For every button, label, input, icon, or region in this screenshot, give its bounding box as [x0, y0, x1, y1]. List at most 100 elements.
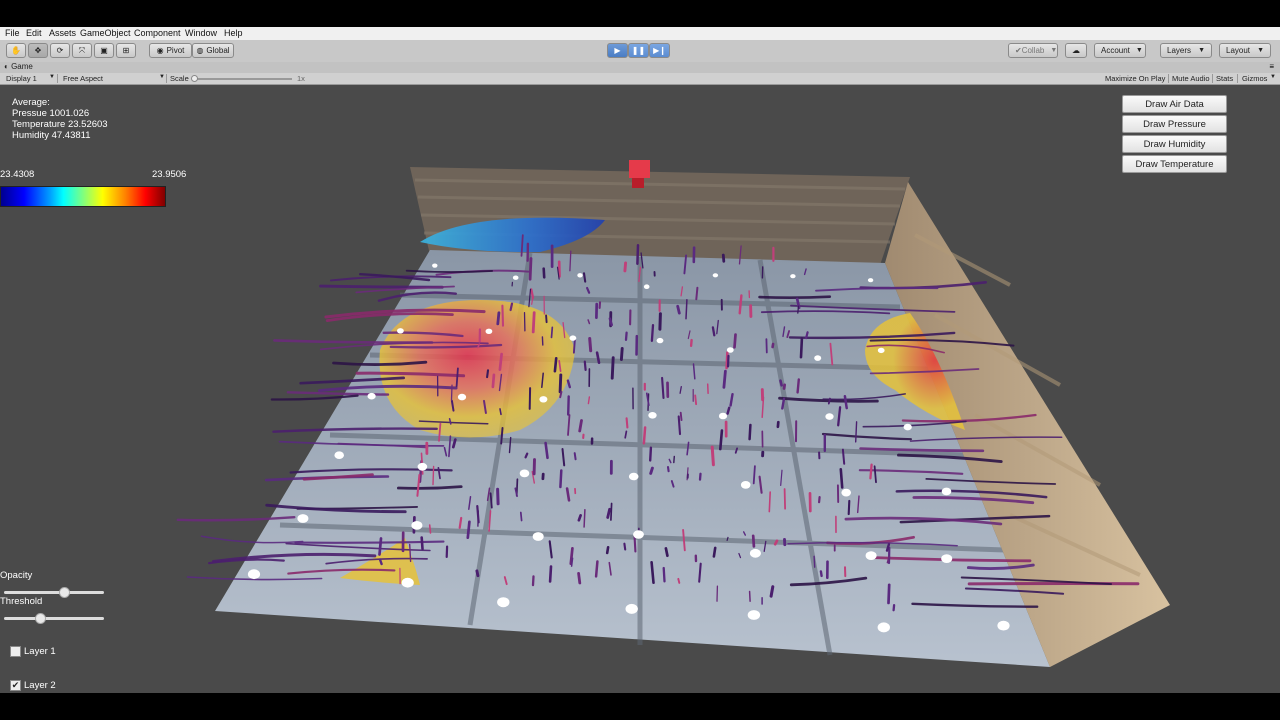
flow-vector — [676, 304, 681, 315]
move-icon: ✥ — [34, 46, 42, 55]
game-viewport[interactable]: Average: Pressue 1001.026 Temperature 23… — [0, 85, 1280, 693]
flow-vector — [594, 560, 599, 578]
flow-vector — [619, 347, 624, 361]
sensor-dot — [814, 355, 822, 361]
global-toggle[interactable]: ◍ Global — [192, 43, 234, 58]
cloud-button[interactable]: ☁ — [1065, 43, 1087, 58]
maximize-on-play-toggle[interactable]: Maximize On Play — [1105, 74, 1165, 83]
pressure-readout: Pressue 1001.026 — [12, 108, 90, 119]
sensor-dot — [519, 469, 530, 478]
flow-vector — [550, 326, 554, 339]
temperature-readout: Temperature 23.52603 — [12, 119, 108, 130]
flow-vector — [773, 539, 779, 546]
pause-button[interactable]: ❚❚ — [628, 43, 649, 58]
flow-vector — [559, 469, 563, 489]
menu-gameobject[interactable]: GameObject — [80, 28, 131, 38]
flow-vector — [496, 311, 501, 326]
flow-vector — [718, 429, 724, 451]
flow-vector — [570, 557, 574, 567]
move-tool-button[interactable]: ✥ — [28, 43, 48, 58]
flow-vector — [892, 603, 896, 612]
sensor-dot — [643, 284, 650, 289]
flow-vector — [583, 508, 586, 528]
menu-component[interactable]: Component — [134, 28, 181, 38]
sensor-dot — [625, 603, 638, 614]
flow-vector — [847, 499, 851, 516]
sensor-dot — [941, 554, 953, 563]
menu-window[interactable]: Window — [185, 28, 217, 38]
letterbox-bottom — [0, 693, 1280, 720]
layer2-checkbox[interactable]: ✔ — [10, 680, 21, 691]
flow-vector — [710, 445, 715, 467]
flow-vector — [500, 427, 504, 445]
sensor-dot — [532, 532, 544, 541]
flow-vector — [751, 534, 756, 548]
flow-vector — [752, 465, 756, 485]
flow-vector — [649, 446, 653, 462]
sensor-dot — [628, 472, 639, 481]
flow-vector — [796, 378, 800, 394]
draw-temperature-button[interactable]: Draw Temperature — [1122, 155, 1227, 173]
sensor-dot — [569, 335, 577, 341]
draw-pressure-button[interactable]: Draw Pressure — [1122, 115, 1227, 133]
flow-vector — [519, 511, 523, 522]
play-button[interactable]: ▶ — [607, 43, 628, 58]
pivot-icon: ◉ — [156, 46, 164, 55]
rect-tool-button[interactable]: ▣ — [94, 43, 114, 58]
menu-edit[interactable]: Edit — [26, 28, 42, 38]
opacity-slider-track[interactable] — [4, 591, 104, 594]
humidity-readout: Humidity 47.43811 — [12, 130, 91, 141]
tab-menu-icon[interactable]: ≡ — [1269, 62, 1274, 71]
display-dropdown[interactable]: Display 1 — [6, 74, 37, 83]
flow-vector — [501, 304, 505, 327]
flow-vector — [799, 337, 804, 359]
hand-tool-button[interactable]: ✋ — [6, 43, 26, 58]
flow-vector — [509, 302, 514, 312]
flow-vector — [587, 396, 591, 405]
flow-vector — [666, 465, 670, 473]
menu-help[interactable]: Help — [224, 28, 243, 38]
flow-vector — [409, 543, 412, 563]
opacity-slider-thumb[interactable] — [59, 587, 70, 598]
menu-file[interactable]: File — [5, 28, 20, 38]
aspect-dropdown[interactable]: Free Aspect — [63, 74, 103, 83]
mute-audio-toggle[interactable]: Mute Audio — [1172, 74, 1210, 83]
flow-vector — [466, 520, 471, 540]
tab-game[interactable]: ◐ Game — [4, 62, 33, 73]
account-dropdown[interactable]: Account ▼ — [1094, 43, 1146, 58]
flow-vector — [783, 488, 786, 510]
draw-air-data-button[interactable]: Draw Air Data — [1122, 95, 1227, 113]
sensor-dot — [941, 487, 952, 496]
flow-vector — [855, 421, 858, 443]
cloud-icon: ☁ — [1072, 46, 1080, 55]
sensor-dot — [712, 273, 719, 278]
pivot-toggle[interactable]: ◉ Pivot — [149, 43, 192, 58]
collab-dropdown[interactable]: ✔ Collab ▼ — [1008, 43, 1058, 58]
layout-dropdown[interactable]: Layout ▼ — [1219, 43, 1271, 58]
rotate-tool-button[interactable]: ⟳ — [50, 43, 70, 58]
scale-tool-button[interactable]: ⤧ — [72, 43, 92, 58]
flow-vector — [658, 312, 662, 331]
flow-vector — [531, 575, 535, 587]
draw-humidity-button[interactable]: Draw Humidity — [1122, 135, 1227, 153]
layers-dropdown[interactable]: Layers ▼ — [1160, 43, 1212, 58]
flow-vector — [642, 426, 647, 445]
toolbar: ✋ ✥ ⟳ ⤧ ▣ ⊞ ◉ Pivot ◍ Global ▶ ❚❚ ▶❙ ✔ Coll… — [0, 40, 1280, 63]
sensor-dot — [747, 610, 761, 620]
scale-slider-thumb[interactable] — [191, 75, 198, 82]
stats-toggle[interactable]: Stats — [1216, 74, 1233, 83]
sensor-dot — [539, 396, 548, 403]
menu-assets[interactable]: Assets — [49, 28, 76, 38]
layer1-checkbox[interactable] — [10, 646, 21, 657]
threshold-slider-thumb[interactable] — [35, 613, 46, 624]
flow-vector — [661, 376, 665, 399]
flow-vector — [476, 505, 480, 524]
game-icon: ◐ — [4, 62, 9, 71]
step-button[interactable]: ▶❙ — [649, 43, 670, 58]
letterbox-top — [0, 0, 1280, 27]
transform-tool-button[interactable]: ⊞ — [116, 43, 136, 58]
scale-slider-track[interactable] — [194, 78, 292, 80]
flow-vector — [636, 243, 640, 265]
gizmos-dropdown[interactable]: Gizmos — [1242, 74, 1267, 83]
threshold-slider-track[interactable] — [4, 617, 104, 620]
